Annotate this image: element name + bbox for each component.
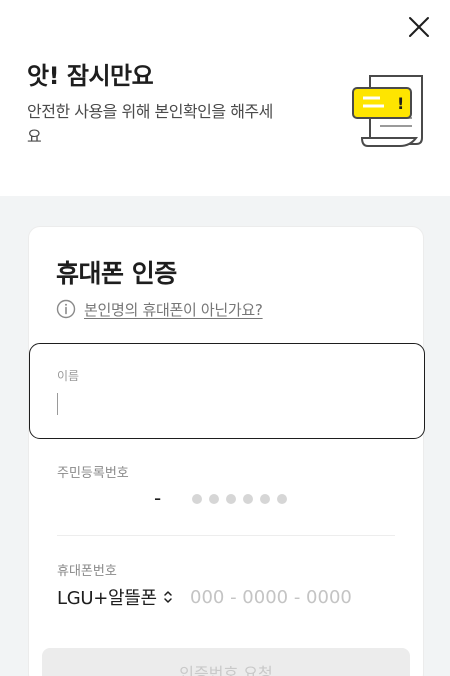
- masked-digit: [243, 494, 253, 504]
- phone-number-input[interactable]: [190, 584, 390, 610]
- masked-digit: [260, 494, 270, 504]
- request-code-button[interactable]: 인증번호 요청: [42, 648, 410, 676]
- not-my-phone-link[interactable]: 본인명의 휴대폰이 아닌가요?: [56, 298, 263, 320]
- name-field[interactable]: 이름: [29, 343, 425, 439]
- masked-digit: [209, 494, 219, 504]
- card-title: 휴대폰 인증: [56, 259, 177, 288]
- page-title: 앗! 잠시만요: [27, 62, 154, 90]
- page-subtitle: 안전한 사용을 위해 본인확인을 해주세요: [27, 102, 273, 146]
- alert-mark: !: [397, 94, 404, 113]
- close-button[interactable]: [404, 12, 434, 42]
- rrn-separator: -: [154, 486, 162, 510]
- updown-chevron-icon: [164, 591, 172, 603]
- masked-digit: [192, 494, 202, 504]
- rrn-front-input[interactable]: [57, 486, 147, 512]
- rrn-back-input[interactable]: [192, 494, 287, 504]
- divider: [57, 535, 395, 536]
- masked-digit: [226, 494, 236, 504]
- document-alert-icon: !: [352, 75, 423, 147]
- text-caret: [57, 393, 58, 415]
- rrn-label: 주민등록번호: [57, 466, 129, 481]
- masked-digit: [277, 494, 287, 504]
- info-icon: [56, 299, 76, 319]
- header: 앗! 잠시만요 안전한 사용을 위해 본인확인을 해주세요 !: [0, 0, 450, 196]
- close-icon: [409, 17, 429, 37]
- carrier-select[interactable]: LGU+알뜰폰: [57, 585, 173, 609]
- help-link-text: 본인명의 휴대폰이 아닌가요?: [84, 300, 263, 319]
- name-label: 이름: [57, 369, 80, 383]
- phone-label: 휴대폰번호: [57, 564, 117, 579]
- carrier-value: LGU+알뜰폰: [57, 588, 157, 609]
